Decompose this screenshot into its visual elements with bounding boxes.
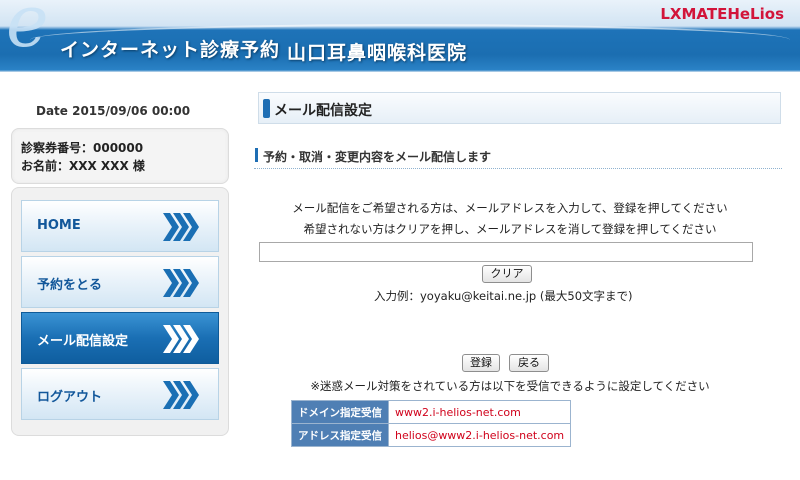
- title-marker: [263, 99, 270, 118]
- table-value-cell: www2.i-helios-net.com: [387, 400, 572, 424]
- clear-button[interactable]: クリア: [482, 265, 532, 283]
- nav-item-label: HOME: [37, 218, 81, 233]
- patient-number: 診察券番号：000000: [21, 141, 144, 155]
- nav-item-logout[interactable]: ログアウト: [21, 368, 219, 420]
- clinic-name: 山口耳鼻咽喉科医院: [287, 42, 468, 64]
- section-marker: [255, 148, 258, 162]
- chevrons-right-icon: [163, 325, 199, 353]
- register-button[interactable]: 登録: [462, 354, 500, 372]
- patient-name: お名前：XXX XXX 様: [21, 159, 145, 173]
- nav-item-label: 予約をとる: [37, 278, 103, 293]
- chevrons-right-icon: [163, 381, 199, 409]
- instruction-text: メール配信をご希望される方は、メールアドレスを入力して、登録を押してください: [292, 201, 728, 215]
- table-row: ドメイン指定受信 www2.i-helios-net.com: [291, 400, 572, 424]
- instruction-text: 希望されない方はクリアを押し、メールアドレスを消して登録を押してください: [303, 222, 717, 236]
- patient-info-box: 診察券番号：000000 お名前：XXX XXX 様: [11, 128, 229, 184]
- back-button[interactable]: 戻る: [509, 354, 549, 372]
- email-input[interactable]: [259, 242, 753, 262]
- receive-settings-table: ドメイン指定受信 www2.i-helios-net.com アドレス指定受信 …: [291, 400, 572, 447]
- table-header-cell: ドメイン指定受信: [291, 400, 389, 424]
- service-title: インターネット診療予約: [60, 39, 281, 61]
- nav-item-reserve[interactable]: 予約をとる: [21, 256, 219, 308]
- brand-logo: LXMATEHeLios: [660, 5, 784, 23]
- nav-item-label: ログアウト: [37, 390, 103, 405]
- chevrons-right-icon: [163, 213, 199, 241]
- section-heading: 予約・取消・変更内容をメール配信します: [254, 146, 782, 169]
- site-header: e インターネット診療予約 山口耳鼻咽喉科医院 LXMATEHeLios: [0, 0, 800, 72]
- table-header-cell: アドレス指定受信: [291, 423, 389, 447]
- table-value-cell: helios@www2.i-helios-net.com: [387, 423, 572, 447]
- page-title: メール配信設定: [274, 103, 372, 119]
- spam-note: ※迷惑メール対策をされている方は以下を受信できるように設定してください: [310, 379, 710, 393]
- main-content: メール配信設定 予約・取消・変更内容をメール配信します メール配信をご希望される…: [240, 72, 800, 480]
- sidebar: Date 2015/09/06 00:00 診察券番号：000000 お名前：X…: [0, 72, 240, 480]
- input-example: 入力例：yoyaku@keitai.ne.jp (最大50文字まで): [374, 289, 633, 303]
- section-title: 予約・取消・変更内容をメール配信します: [263, 150, 492, 164]
- chevrons-right-icon: [163, 269, 199, 297]
- nav-item-mail-settings[interactable]: メール配信設定: [21, 312, 219, 364]
- nav-item-home[interactable]: HOME: [21, 200, 219, 252]
- table-row: アドレス指定受信 helios@www2.i-helios-net.com: [291, 423, 572, 447]
- nav-menu: HOME 予約をとる メール配信設定 ログアウト: [11, 187, 229, 436]
- current-date: Date 2015/09/06 00:00: [36, 104, 191, 118]
- nav-item-label: メール配信設定: [37, 334, 129, 349]
- page-header: メール配信設定: [258, 92, 781, 124]
